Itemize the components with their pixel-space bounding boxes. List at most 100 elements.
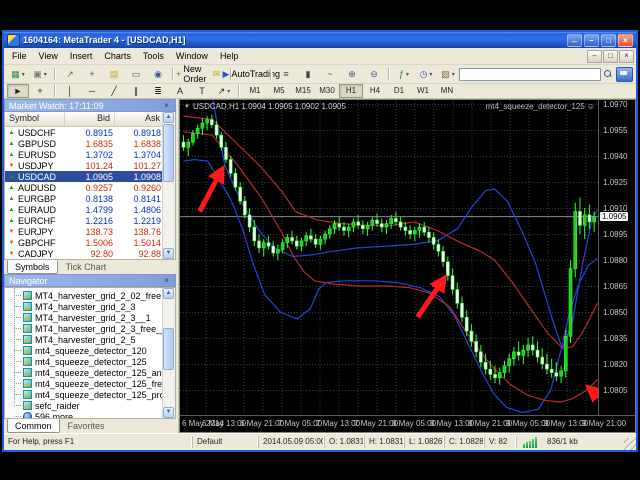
navigator-item[interactable]: mt4_squeeze_detector_125_andrej [5, 367, 175, 378]
close-icon[interactable]: × [162, 102, 171, 110]
market-watch-row-eurgbp[interactable]: ▲EURGBP0.81380.8141 [5, 193, 175, 204]
navigator-tab-common[interactable]: Common [7, 419, 60, 433]
zoom-out-button[interactable]: ⊖ [363, 66, 385, 83]
strategy-tester-toggle-button[interactable]: ◉ [147, 66, 169, 83]
connection-button[interactable]: ↔ [567, 34, 582, 47]
new-chart-button[interactable]: ▦▾ [7, 66, 29, 83]
maximize-button[interactable]: □ [601, 34, 616, 47]
close-button[interactable]: × [618, 34, 633, 47]
scroll-down-icon[interactable]: ▼ [163, 248, 174, 259]
market-watch-row-usdjpy[interactable]: ▼USDJPY101.24101.27 [5, 160, 175, 171]
market-watch-row-cadjpy[interactable]: ▼CADJPY92.8092.88 [5, 248, 175, 259]
menu-window[interactable]: Window [170, 50, 214, 62]
profiles-button[interactable]: ▣▾ [29, 66, 51, 83]
timeframe-m5-button[interactable]: M5 [267, 84, 291, 98]
indicators-button[interactable]: ƒ▾ [393, 66, 415, 83]
menu-view[interactable]: View [33, 50, 64, 62]
navigator-item[interactable]: mt4_squeeze_detector_120 [5, 345, 175, 356]
search-icon[interactable] [604, 70, 613, 79]
menu-tools[interactable]: Tools [137, 50, 170, 62]
market-watch-toggle-button[interactable]: ↗ [59, 66, 81, 83]
scrollbar-thumb[interactable] [163, 124, 174, 182]
text-tool-button[interactable]: A [169, 84, 191, 98]
market-watch-row-usdchf[interactable]: ▲USDCHF0.89150.8918 [5, 127, 175, 138]
symbol-name: EURAUD [18, 205, 65, 215]
timeframe-w1-button[interactable]: W1 [411, 84, 435, 98]
resize-grip[interactable] [624, 438, 636, 450]
timeframe-m15-button[interactable]: M15 [291, 84, 315, 98]
market-watch-row-eurchf[interactable]: ▲EURCHF1.22161.2219 [5, 215, 175, 226]
timeframe-h1-button[interactable]: H1 [339, 84, 363, 98]
data-window-toggle-button[interactable]: + [81, 66, 103, 83]
chat-icon[interactable] [616, 67, 633, 82]
menu-charts[interactable]: Charts [98, 50, 137, 62]
timeframe-mn-button[interactable]: MN [435, 84, 459, 98]
minimize-button[interactable]: – [584, 34, 599, 47]
periods-button[interactable]: ◷▾ [415, 66, 437, 83]
chart-line-button[interactable]: ~ [319, 66, 341, 83]
chart-close-button[interactable]: × [619, 50, 634, 63]
zoom-in-button[interactable]: ⊕ [341, 66, 363, 83]
scrollbar-thumb[interactable] [163, 328, 174, 370]
navigator-item[interactable]: mt4_squeeze_detector_125 [5, 356, 175, 367]
chart-dropdown-icon[interactable]: ▼ [184, 104, 190, 110]
crosshair-tool-button[interactable]: + [29, 84, 51, 98]
search-input[interactable] [459, 68, 601, 81]
chart-canvas[interactable] [180, 100, 598, 422]
chart-plot-area[interactable]: ▼ USDCAD,H1 1.0904 1.0905 1.0902 1.0905 … [180, 100, 598, 415]
column-header-bid[interactable]: Bid [65, 112, 115, 126]
chart-bars-button[interactable]: ≡ [275, 66, 297, 83]
chart-candles-button[interactable]: ▮ [297, 66, 319, 83]
navigator-item[interactable]: MT4_harvester_grid_2_3_free__3 [5, 323, 175, 334]
cursor-tool-button[interactable]: ► [7, 84, 29, 98]
navigator-item[interactable]: mt4_squeeze_detector_125_free [5, 378, 175, 389]
navigator-item[interactable]: 596 more... [5, 411, 175, 419]
close-icon[interactable]: × [162, 277, 171, 285]
navigator-item[interactable]: MT4_harvester_grid_2_02_free [5, 290, 175, 301]
column-header-symbol[interactable]: Symbol [5, 112, 65, 126]
market-watch-row-euraud[interactable]: ▲EURAUD1.47991.4806 [5, 204, 175, 215]
autotrading-button[interactable]: ▶AutoTrading [235, 66, 267, 83]
scroll-up-icon[interactable]: ▲ [163, 288, 174, 299]
market-watch-row-eurjpy[interactable]: ▼EURJPY138.73138.76 [5, 226, 175, 237]
navigator-item[interactable]: MT4_harvester_grid_2_3__1 [5, 312, 175, 323]
navigator-tab-favorites[interactable]: Favorites [60, 419, 113, 433]
vertical-line-tool-button[interactable]: │ [59, 84, 81, 98]
market-watch-tab-symbols[interactable]: Symbols [7, 260, 58, 274]
navigator-item[interactable]: sefc_raider [5, 400, 175, 411]
navigator-item[interactable]: MT4_harvester_grid_2_5 [5, 334, 175, 345]
menu-file[interactable]: File [6, 50, 33, 62]
chart-restore-button[interactable]: □ [603, 50, 618, 63]
horizontal-line-tool-button[interactable]: ─ [81, 84, 103, 98]
new-order-button[interactable]: +New Order [177, 66, 205, 83]
arrows-tool-button[interactable]: ↗▾ [213, 84, 235, 98]
scroll-down-icon[interactable]: ▼ [163, 407, 174, 418]
scroll-up-icon[interactable]: ▲ [163, 112, 174, 123]
chart-minimize-button[interactable]: – [587, 50, 602, 63]
market-watch-row-audusd[interactable]: ▲AUDUSD0.92570.9260 [5, 182, 175, 193]
timeframe-d1-button[interactable]: D1 [387, 84, 411, 98]
navigator-toggle-button[interactable]: ▤ [103, 66, 125, 83]
label-tool-button[interactable]: T [191, 84, 213, 98]
timeframe-m30-button[interactable]: M30 [315, 84, 339, 98]
navigator-scrollbar[interactable]: ▲ ▼ [162, 288, 175, 418]
timeframe-m1-button[interactable]: M1 [243, 84, 267, 98]
channel-tool-button[interactable]: ∥ [125, 84, 147, 98]
status-profile[interactable]: Default [192, 436, 258, 448]
market-watch-row-usdcad[interactable]: ▲USDCAD1.09051.0908 [5, 171, 175, 182]
timeframe-h4-button[interactable]: H4 [363, 84, 387, 98]
trendline-tool-button[interactable]: ╱ [103, 84, 125, 98]
column-header-ask[interactable]: Ask [115, 112, 165, 126]
market-watch-row-gbpusd[interactable]: ▲GBPUSD1.68351.6838 [5, 138, 175, 149]
navigator-item[interactable]: MT4_harvester_grid_2_3 [5, 301, 175, 312]
menu-insert[interactable]: Insert [64, 50, 99, 62]
templates-button[interactable]: ▧▾ [437, 66, 459, 83]
fibonacci-tool-button[interactable]: ≣ [147, 84, 169, 98]
market-watch-scrollbar[interactable]: ▲ ▼ [162, 112, 175, 259]
menu-help[interactable]: Help [214, 50, 245, 62]
terminal-toggle-button[interactable]: ▭ [125, 66, 147, 83]
navigator-item[interactable]: mt4_squeeze_detector_125_pro [5, 389, 175, 400]
market-watch-tab-tick-chart[interactable]: Tick Chart [58, 260, 115, 274]
market-watch-row-eurusd[interactable]: ▲EURUSD1.37021.3704 [5, 149, 175, 160]
market-watch-row-gbpchf[interactable]: ▼GBPCHF1.50061.5014 [5, 237, 175, 248]
